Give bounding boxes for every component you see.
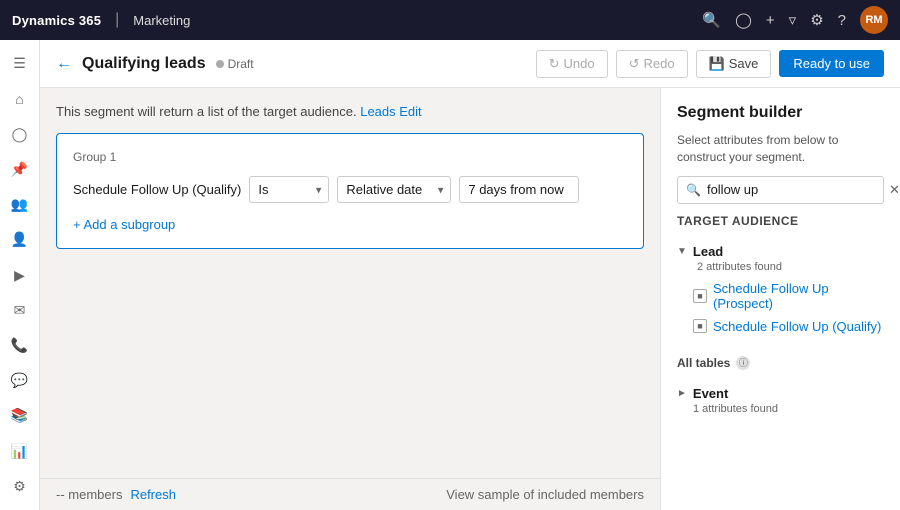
sidebar-recent-icon[interactable]: ◯ [4, 118, 36, 149]
ready-button[interactable]: Ready to use [779, 50, 884, 77]
operator-wrapper: Is [249, 176, 329, 203]
group-label: Group 1 [73, 150, 627, 164]
avatar[interactable]: RM [860, 6, 888, 34]
attribute-label-prospect: Schedule Follow Up (Prospect) [713, 281, 884, 311]
condition-value: 7 days from now [459, 176, 579, 203]
search-box[interactable]: 🔍 ✕ [677, 176, 884, 204]
sidebar-settings-icon[interactable]: ⚙ [4, 471, 36, 502]
content-area: ← Qualifying leads Draft ↻ Undo ↺ Redo 💾… [40, 40, 900, 510]
status-label: Draft [228, 57, 254, 71]
sidebar-email-icon[interactable]: ✉ [4, 295, 36, 326]
search-icon[interactable]: 🔍 [702, 11, 721, 29]
attribute-label-qualify: Schedule Follow Up (Qualify) [713, 319, 881, 334]
segment-desc: This segment will return a list of the t… [56, 104, 357, 119]
search-input[interactable] [707, 182, 883, 197]
main-layout: ☰ ⌂ ◯ 📌 👥 👤 ▶ ✉ 📞 💬 📚 📊 ⚙ ← Qualifying l… [0, 40, 900, 510]
top-navigation: Dynamics 365 | Marketing 🔍 ◯ + ▿ ⚙ ? RM [0, 0, 900, 40]
info-icon[interactable]: ⓘ [736, 356, 750, 370]
sidebar-leads-icon[interactable]: 👤 [4, 224, 36, 255]
members-count: -- members [56, 487, 122, 502]
lead-chevron-icon: ▼ [677, 246, 687, 257]
attr-icon-qualify: ■ [693, 319, 707, 333]
undo-icon: ↻ [549, 56, 560, 72]
ready-label: Ready to use [793, 56, 870, 71]
lead-title: Lead [693, 244, 723, 259]
builder-title: Segment builder [677, 104, 884, 122]
attr-icon-prospect: ■ [693, 289, 707, 303]
save-label: Save [729, 56, 759, 71]
event-count: 1 attributes found [677, 403, 884, 415]
builder-description: Select attributes from below to construc… [677, 132, 884, 166]
page-title: Qualifying leads [82, 55, 206, 73]
help-icon[interactable]: ? [838, 12, 846, 29]
module-name: Marketing [133, 13, 190, 28]
save-button[interactable]: 💾 Save [696, 50, 772, 78]
nav-divider: | [115, 11, 119, 29]
search-icon: 🔍 [686, 183, 701, 197]
sidebar-phone-icon[interactable]: 📞 [4, 330, 36, 361]
event-title: Event [693, 386, 728, 401]
segment-builder-panel: Segment builder Select attributes from b… [660, 88, 900, 510]
sidebar-pin-icon[interactable]: 📌 [4, 154, 36, 185]
nav-icons: 🔍 ◯ + ▿ ⚙ ? RM [702, 6, 888, 34]
filter-icon[interactable]: ▿ [789, 11, 797, 29]
event-section-header[interactable]: ► Event [677, 384, 884, 403]
sub-header: ← Qualifying leads Draft ↻ Undo ↺ Redo 💾… [40, 40, 900, 88]
add-subgroup-button[interactable]: + Add a subgroup [73, 217, 627, 232]
attribute-item-qualify[interactable]: ■ Schedule Follow Up (Qualify) [677, 315, 884, 338]
date-type-wrapper: Relative date [337, 176, 451, 203]
target-audience-label: Target audience [677, 214, 884, 228]
draft-dot [216, 60, 224, 68]
sidebar: ☰ ⌂ ◯ 📌 👥 👤 ▶ ✉ 📞 💬 📚 📊 ⚙ [0, 40, 40, 510]
attribute-item-prospect[interactable]: ■ Schedule Follow Up (Prospect) [677, 277, 884, 315]
entity-link[interactable]: Leads [360, 104, 395, 119]
event-chevron-icon: ► [677, 388, 687, 399]
status-badge: Draft [216, 57, 254, 71]
sidebar-chart-icon[interactable]: 📊 [4, 436, 36, 467]
condition-field: Schedule Follow Up (Qualify) [73, 182, 241, 197]
clear-icon[interactable]: ✕ [889, 182, 900, 198]
sidebar-home-icon[interactable]: ⌂ [4, 83, 36, 114]
left-footer: -- members Refresh View sample of includ… [40, 478, 660, 510]
brand-name: Dynamics 365 [12, 13, 101, 28]
redo-label: Redo [643, 56, 674, 71]
event-section: ► Event 1 attributes found [677, 384, 884, 415]
refresh-link[interactable]: Refresh [130, 487, 176, 502]
sidebar-menu-icon[interactable]: ☰ [4, 48, 36, 79]
group-box: Group 1 Schedule Follow Up (Qualify) Is … [56, 133, 644, 249]
undo-button[interactable]: ↻ Undo [536, 50, 608, 78]
lead-section-header[interactable]: ▼ Lead [677, 242, 884, 261]
header-actions: ↻ Undo ↺ Redo 💾 Save Ready to use [536, 50, 884, 78]
redo-icon: ↺ [629, 56, 640, 72]
main-content: This segment will return a list of the t… [40, 88, 900, 510]
condition-row: Schedule Follow Up (Qualify) Is Relative… [73, 176, 627, 203]
lead-count: 2 attributes found [681, 261, 884, 273]
lead-section: ▼ Lead 2 attributes found ■ Schedule Fol… [677, 242, 884, 338]
date-type-select[interactable]: Relative date [337, 176, 451, 203]
view-sample[interactable]: View sample of included members [446, 487, 644, 502]
sidebar-play-icon[interactable]: ▶ [4, 259, 36, 290]
back-button[interactable]: ← [56, 55, 72, 73]
segment-info: This segment will return a list of the t… [56, 104, 644, 119]
save-icon: 💾 [709, 56, 725, 72]
all-tables-label: All tables [677, 356, 730, 370]
all-tables-section: All tables ⓘ [677, 356, 884, 370]
bell-icon[interactable]: ◯ [735, 11, 752, 29]
left-panel: This segment will return a list of the t… [40, 88, 660, 510]
redo-button[interactable]: ↺ Redo [616, 50, 688, 78]
sidebar-library-icon[interactable]: 📚 [4, 400, 36, 431]
settings-icon[interactable]: ⚙ [810, 11, 823, 29]
sidebar-contacts-icon[interactable]: 👥 [4, 189, 36, 220]
operator-select[interactable]: Is [249, 176, 329, 203]
sidebar-chat-icon[interactable]: 💬 [4, 365, 36, 396]
plus-icon[interactable]: + [766, 12, 775, 29]
undo-label: Undo [564, 56, 595, 71]
edit-link[interactable]: Edit [399, 104, 421, 119]
